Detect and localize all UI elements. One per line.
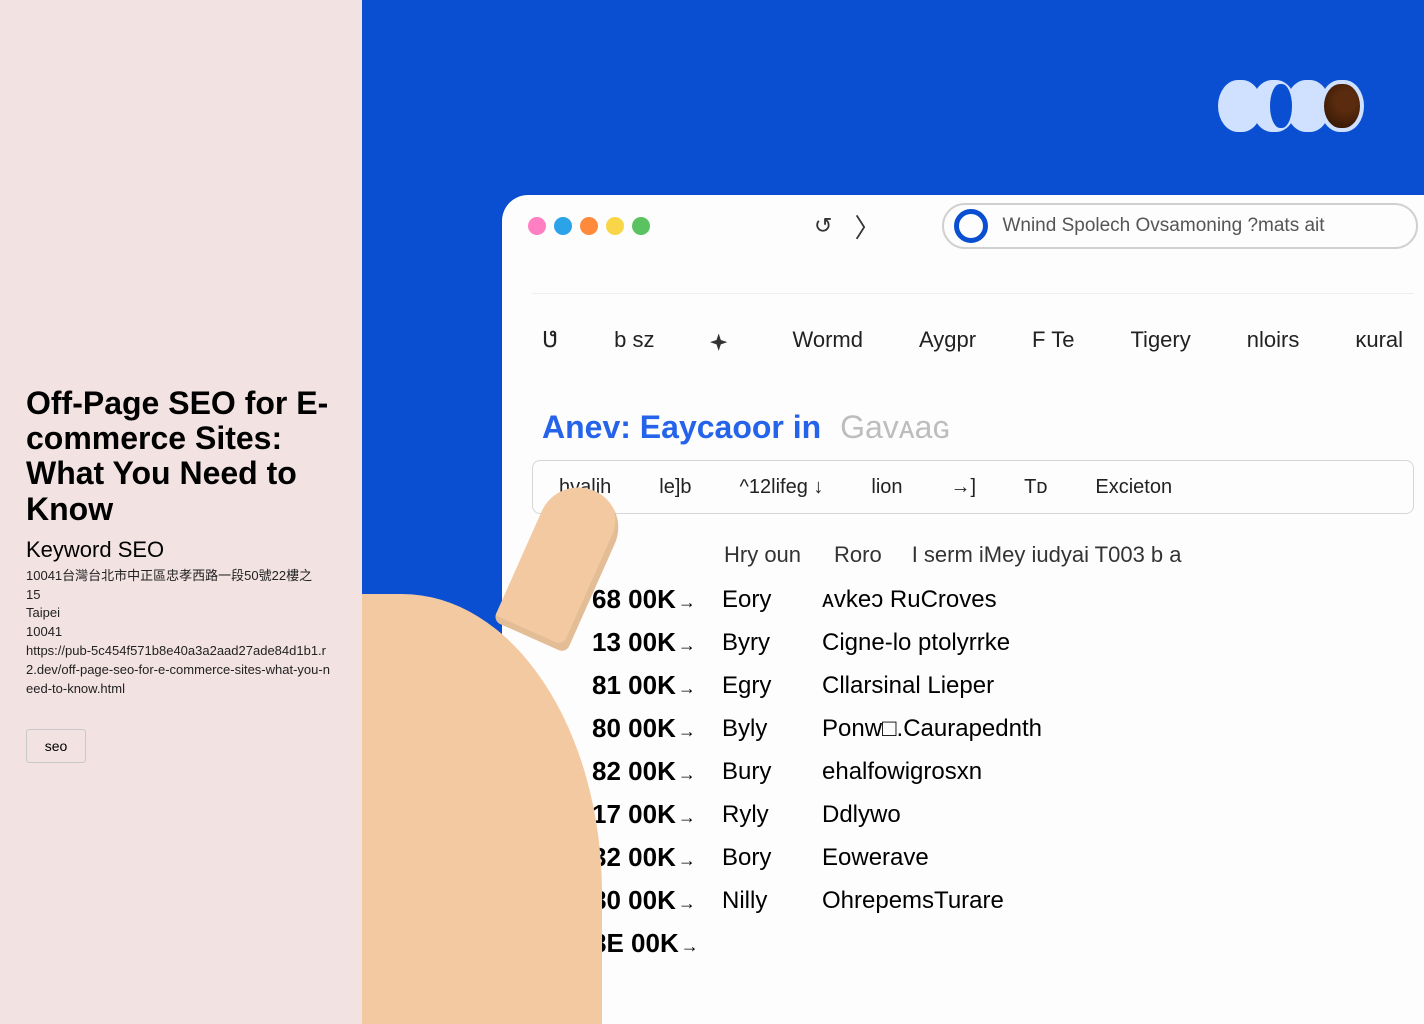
address-postcode: 10041 <box>26 623 336 642</box>
top-menu: ᕟ b sᴢ Wormd Aygpr F Te Tigery nloirs ᴋu… <box>532 293 1414 385</box>
search-icon <box>954 209 988 243</box>
col-category: Eory <box>722 578 822 621</box>
col-volume: 13 00K→ <box>592 621 722 664</box>
table-row[interactable]: 81 00K→EgryCllarsinal Lieper <box>592 664 1042 707</box>
col-category: Egry <box>722 664 822 707</box>
col-keyword: Cigne-lo ptolyrrke <box>822 621 1042 664</box>
address-city: Taipei <box>26 604 336 623</box>
menu-item-3[interactable] <box>710 327 736 353</box>
menu-item-5[interactable]: Aygpr <box>919 327 976 353</box>
col-keyword: Cllarsinal Lieper <box>822 664 1042 707</box>
table-row[interactable]: 13 00K→ByryCigne-lo ptolyrrke <box>592 621 1042 664</box>
col-volume: 80 00K→ <box>592 707 722 750</box>
col-keyword: Eowerave <box>822 836 1042 879</box>
menu-item-7[interactable]: Tigery <box>1130 327 1190 353</box>
sparkle-icon <box>710 327 736 353</box>
col-category <box>722 922 822 965</box>
menu-item-9[interactable]: ᴋural <box>1355 327 1403 353</box>
table-header: ⟳ Hry oun Roro I serm iMey iudyai T003 b… <box>532 528 1414 578</box>
menu-item-4[interactable]: Wormd <box>792 327 863 353</box>
address-line: 10041台灣台北市中正區忠孝西路一段50號22樓之 <box>26 567 336 586</box>
titlebar: ↺ 〉 Wnind Spolech Ovsamoning ?mats ait <box>502 195 1424 257</box>
col-keyword <box>822 922 1042 965</box>
col-keyword: Ponw□.Caurapednth <box>822 707 1042 750</box>
col-volume: 8E 00K→ <box>592 922 722 965</box>
col-category: Ryly <box>722 793 822 836</box>
menu-item-8[interactable]: nloirs <box>1247 327 1300 353</box>
toolbar-chips: hvalih le]b ^12lifeg ↓ lion →] Tᴅ Exciet… <box>532 460 1414 514</box>
table-row[interactable]: 8E 00K→ <box>592 922 1042 965</box>
col-keyword: ehalfowigrosxn <box>822 750 1042 793</box>
address-number: 15 <box>26 586 336 605</box>
col-keyword: ᴀvkeɔ RuCroves <box>822 578 1042 621</box>
table-row[interactable]: 17 00K→RylyDdlywo <box>592 793 1042 836</box>
hero-area: ↺ 〉 Wnind Spolech Ovsamoning ?mats ait ᕟ… <box>362 0 1424 1024</box>
chip-5[interactable]: →] <box>951 476 977 499</box>
refresh-icon[interactable]: ↺ <box>814 213 832 239</box>
chip-6[interactable]: Tᴅ <box>1024 476 1047 499</box>
window-controls[interactable] <box>528 217 650 235</box>
left-sidebar: Off-Page SEO for E-commerce Sites: What … <box>0 0 362 1024</box>
col-volume: 80 00K→ <box>592 879 722 922</box>
table-row[interactable]: 80 00K→NillyOhrepemsTurare <box>592 879 1042 922</box>
page-url: https://pub-5c454f571b8e40a3a2aad27ade84… <box>26 642 336 699</box>
col-category: Bory <box>722 836 822 879</box>
table-row[interactable]: 80 00K→BylyPonw□.Caurapednth <box>592 707 1042 750</box>
table-row[interactable]: 82 00K→Buryehalfowigrosxn <box>592 750 1042 793</box>
chip-2[interactable]: le]b <box>659 476 691 499</box>
col-category: Bury <box>722 750 822 793</box>
col-category: Nilly <box>722 879 822 922</box>
chip-4[interactable]: lion <box>871 476 902 499</box>
chip-7[interactable]: Excieton <box>1095 476 1172 499</box>
headline: Anev: Eaycaoor in Gavᴀaɢ <box>532 385 1414 460</box>
logo-bubbles <box>1218 80 1364 132</box>
col-category: Byry <box>722 621 822 664</box>
col-volume: 17 00K→ <box>592 793 722 836</box>
col-keyword: Ddlywo <box>822 793 1042 836</box>
keyword-table: 68 00K→Eoryᴀvkeɔ RuCroves13 00K→ByryCign… <box>592 578 1042 965</box>
menu-item-6[interactable]: F Te <box>1032 327 1074 353</box>
forward-arrow-icon[interactable]: 〉 <box>854 208 880 245</box>
menu-item-1[interactable]: ᕟ <box>542 327 558 353</box>
menu-item-2[interactable]: b sᴢ <box>614 327 654 353</box>
browser-window: ↺ 〉 Wnind Spolech Ovsamoning ?mats ait ᕟ… <box>502 195 1424 1024</box>
col-volume: 82 00K→ <box>592 750 722 793</box>
table-row[interactable]: 68 00K→Eoryᴀvkeɔ RuCroves <box>592 578 1042 621</box>
page-subtitle: Keyword SEO <box>26 537 336 563</box>
col-keyword: OhrepemsTurare <box>822 879 1042 922</box>
chip-3[interactable]: ^12lifeg ↓ <box>740 476 824 499</box>
col-category: Byly <box>722 707 822 750</box>
table-row[interactable]: 32 00K→BoryEowerave <box>592 836 1042 879</box>
col-volume: 81 00K→ <box>592 664 722 707</box>
col-volume: 32 00K→ <box>592 836 722 879</box>
page-title: Off-Page SEO for E-commerce Sites: What … <box>26 386 336 527</box>
col-volume: 68 00K→ <box>592 578 722 621</box>
seo-tag[interactable]: seo <box>26 729 86 763</box>
search-text: Wnind Spolech Ovsamoning ?mats ait <box>1002 215 1324 237</box>
search-bar[interactable]: Wnind Spolech Ovsamoning ?mats ait <box>942 203 1418 249</box>
